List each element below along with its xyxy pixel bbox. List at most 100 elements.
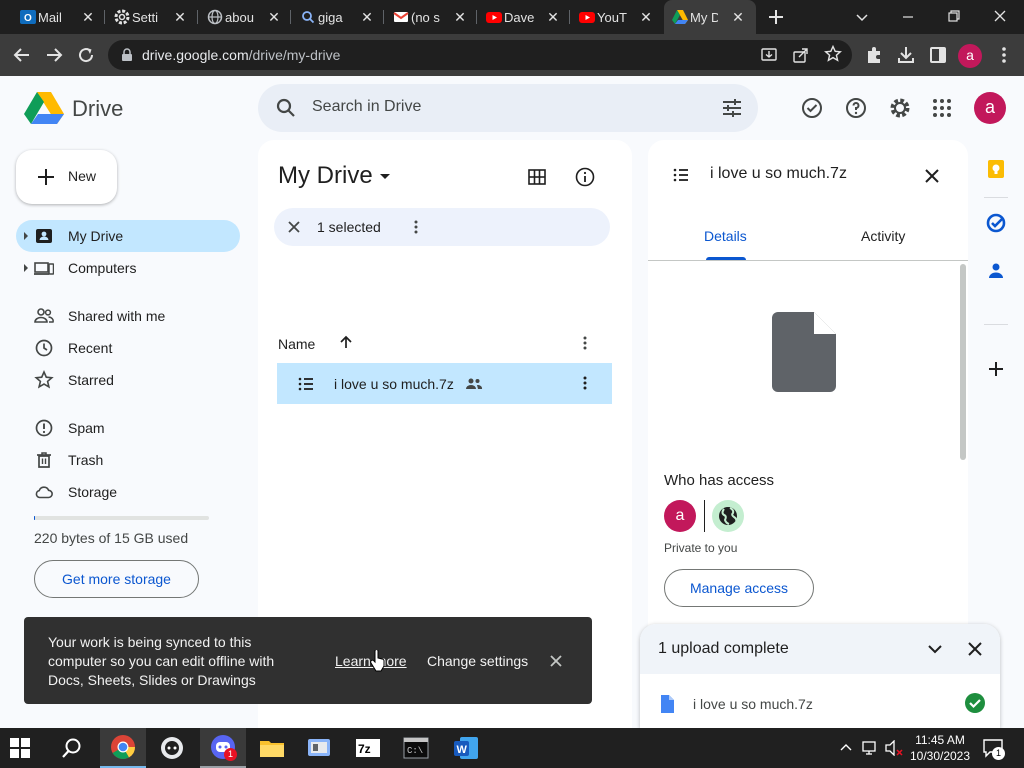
nav-item-storage[interactable]: Storage — [16, 476, 240, 508]
side-panel-button[interactable] — [928, 45, 948, 65]
manage-access-button[interactable]: Manage access — [664, 569, 814, 607]
close-icon[interactable] — [922, 166, 942, 186]
nav-item-shared-with-me[interactable]: Shared with me — [16, 300, 240, 332]
link-sharing-globe-icon[interactable] — [712, 500, 744, 532]
close-icon[interactable]: ✕ — [545, 9, 561, 25]
address-bar[interactable]: drive.google.com/drive/my-drive — [108, 40, 852, 70]
7zip-icon[interactable]: 7z — [354, 734, 382, 762]
close-icon[interactable]: ✕ — [80, 9, 96, 25]
contacts-icon[interactable] — [986, 261, 1006, 281]
nav-item-my-drive[interactable]: My Drive — [16, 220, 240, 252]
close-icon[interactable] — [549, 654, 563, 668]
word-icon[interactable]: W — [452, 734, 480, 762]
sort-arrow-up-icon[interactable] — [338, 334, 354, 350]
install-app-icon[interactable] — [760, 46, 778, 64]
close-icon[interactable]: ✕ — [638, 9, 654, 25]
close-window-button[interactable] — [992, 8, 1008, 24]
network-icon[interactable] — [862, 740, 880, 756]
nav-item-spam[interactable]: Spam — [16, 412, 240, 444]
search-input[interactable]: Search in Drive — [312, 98, 421, 116]
tab-my-drive[interactable]: My D ✕ — [664, 0, 756, 34]
close-icon[interactable]: ✕ — [452, 9, 468, 25]
close-icon[interactable] — [966, 640, 984, 658]
tab-settings[interactable]: Setti ✕ — [106, 0, 196, 34]
clock-time[interactable]: 11:45 AM — [908, 733, 972, 747]
page-title[interactable]: My Drive — [278, 162, 373, 190]
browser-profile-avatar[interactable]: a — [958, 44, 982, 68]
new-tab-button[interactable] — [766, 7, 786, 27]
nav-item-recent[interactable]: Recent — [16, 332, 240, 364]
tune-icon[interactable] — [720, 96, 744, 120]
tab-mail[interactable]: O Mail ✕ — [12, 0, 102, 34]
terminal-icon[interactable]: C:\ — [402, 734, 430, 762]
new-button[interactable]: New — [16, 150, 117, 204]
chevron-down-icon[interactable] — [926, 640, 944, 658]
control-panel-icon[interactable] — [305, 734, 333, 762]
owner-avatar[interactable]: a — [664, 500, 696, 532]
tab-details[interactable]: Details — [704, 228, 747, 244]
close-icon[interactable]: ✕ — [172, 9, 188, 25]
extensions-button[interactable] — [864, 45, 884, 65]
tab-about[interactable]: abou ✕ — [199, 0, 289, 34]
clear-selection-icon[interactable] — [286, 219, 302, 235]
file-row[interactable]: i love u so much.7z — [277, 363, 612, 404]
nav-item-computers[interactable]: Computers — [16, 252, 240, 284]
tab-search-button[interactable] — [854, 9, 870, 25]
taskbar-chrome-button[interactable] — [100, 728, 146, 768]
search-icon[interactable] — [60, 736, 84, 760]
keep-icon[interactable] — [986, 159, 1006, 179]
file-explorer-icon[interactable] — [258, 734, 286, 762]
help-icon[interactable] — [844, 96, 868, 120]
back-button[interactable] — [12, 45, 32, 65]
tab-activity[interactable]: Activity — [861, 228, 905, 244]
forward-button[interactable] — [44, 45, 64, 65]
settings-icon[interactable] — [888, 96, 912, 120]
app-icon[interactable] — [158, 734, 186, 762]
reload-button[interactable] — [76, 45, 96, 65]
search-icon[interactable] — [274, 96, 298, 120]
nav-item-starred[interactable]: Starred — [16, 364, 240, 396]
star-icon[interactable] — [824, 45, 842, 63]
account-avatar[interactable]: a — [974, 92, 1006, 124]
tasks-icon[interactable] — [986, 213, 1006, 233]
column-options-icon[interactable] — [577, 335, 593, 351]
ready-for-offline-icon[interactable] — [800, 96, 824, 120]
row-more-icon[interactable] — [577, 375, 593, 391]
tab-gmail[interactable]: (no s ✕ — [385, 0, 475, 34]
close-icon[interactable]: ✕ — [730, 9, 746, 25]
search-bar[interactable]: Search in Drive — [258, 84, 758, 132]
arrow-left-icon — [13, 48, 29, 62]
close-icon[interactable]: ✕ — [266, 9, 282, 25]
column-header-name[interactable]: Name — [278, 336, 315, 352]
star-icon — [34, 370, 54, 389]
downloads-button[interactable] — [896, 45, 916, 65]
expand-caret-icon[interactable] — [24, 264, 28, 272]
clock-date[interactable]: 10/30/2023 — [908, 749, 972, 763]
tab-youtube-dave[interactable]: Dave ✕ — [478, 0, 568, 34]
more-actions-icon[interactable] — [408, 219, 424, 235]
grid-view-icon[interactable] — [526, 166, 548, 188]
close-icon[interactable]: ✕ — [359, 9, 375, 25]
add-addon-icon[interactable] — [986, 359, 1006, 379]
windows-start-icon[interactable] — [10, 738, 30, 758]
get-more-storage-button[interactable]: Get more storage — [34, 560, 199, 598]
uploaded-file-name[interactable]: i love u so much.7z — [693, 696, 813, 712]
info-icon[interactable] — [574, 166, 596, 188]
archive-file-icon — [298, 377, 313, 391]
share-icon[interactable] — [792, 46, 810, 64]
change-settings-link[interactable]: Change settings — [427, 653, 528, 669]
apps-grid-icon[interactable] — [930, 96, 954, 120]
dropdown-caret-icon[interactable] — [380, 174, 390, 179]
browser-menu-button[interactable] — [994, 45, 1014, 65]
expand-caret-icon[interactable] — [24, 232, 28, 240]
notifications-button[interactable]: 1 — [982, 737, 1005, 760]
restore-button[interactable] — [946, 8, 962, 24]
nav-item-trash[interactable]: Trash — [16, 444, 240, 476]
volume-muted-icon[interactable] — [884, 740, 904, 756]
taskbar-discord-button[interactable]: 1 — [200, 728, 246, 768]
tab-search[interactable]: giga ✕ — [292, 0, 382, 34]
chevron-up-icon[interactable] — [840, 742, 852, 754]
minimize-button[interactable] — [900, 9, 916, 25]
details-scrollbar[interactable] — [960, 264, 966, 460]
tab-youtube[interactable]: YouT ✕ — [571, 0, 661, 34]
